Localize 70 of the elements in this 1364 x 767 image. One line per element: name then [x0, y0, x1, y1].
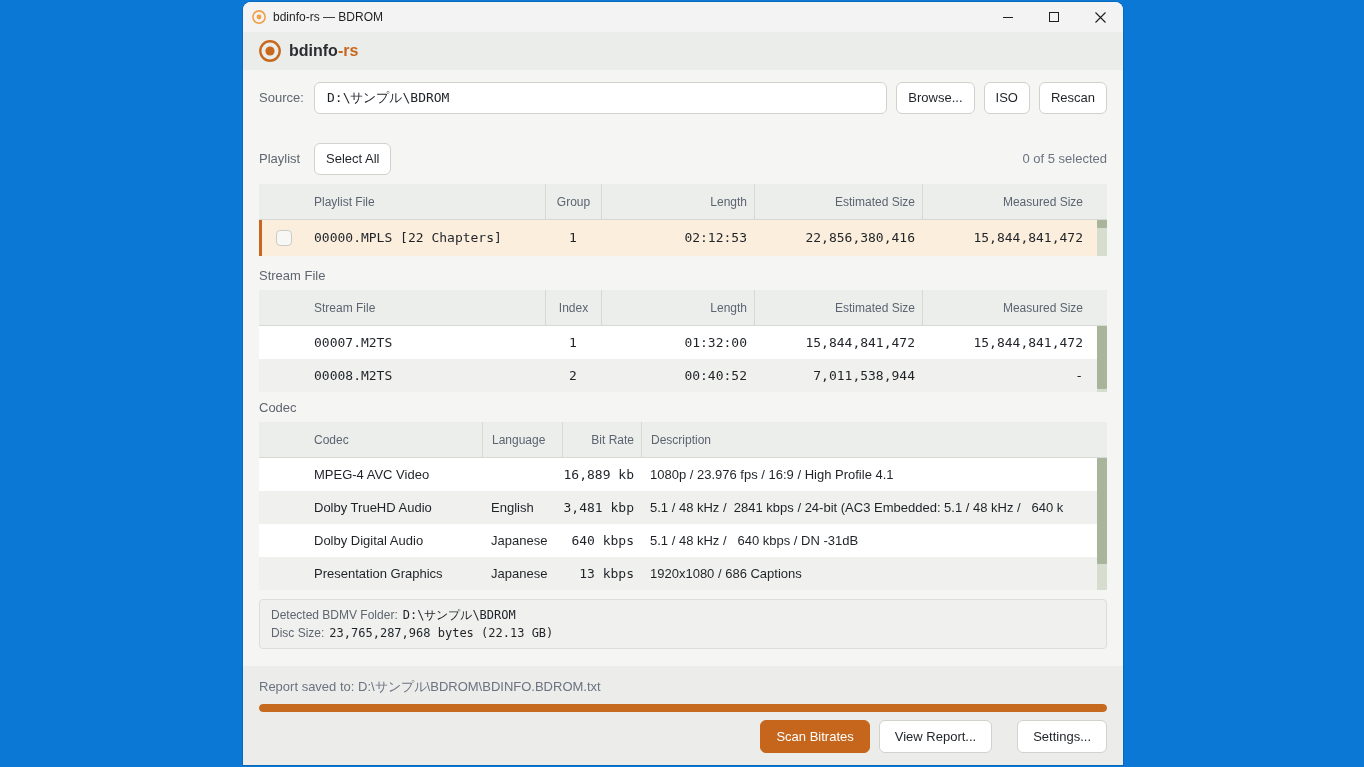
scrollbar-thumb[interactable]: [1097, 220, 1107, 228]
info-value: D:\サンプル\BDROM: [402, 607, 516, 624]
table-cell-text: 00:40:52: [683, 366, 748, 385]
logo-icon: [259, 40, 281, 62]
source-field[interactable]: D:\サンプル\BDROM: [314, 82, 888, 114]
table-cell-text: 1: [568, 333, 578, 352]
table-row[interactable]: Dolby Digital Audio Japanese 640 kbps 5.1 / 48 kHz / 640 kbps / DN -31dB: [259, 524, 1097, 557]
table-row[interactable]: 00007.M2TS 1 01:32:00 15,844,841,472 15,844,841,472: [259, 326, 1097, 359]
table-cell-text: -: [1074, 366, 1084, 385]
iso-button[interactable]: ISO: [983, 82, 1030, 114]
info-value: 23,765,287,968 bytes (22.13 GB): [329, 625, 554, 642]
select-all-button[interactable]: Select All: [314, 143, 392, 175]
table-cell-text: Japanese: [490, 531, 549, 550]
table-cell-text: English: [490, 498, 535, 517]
app-icon: [252, 10, 266, 24]
info-label: Detected BDMV Folder:: [271, 607, 398, 624]
table-cell-text: 3,481 kbp: [562, 498, 635, 517]
minimize-icon[interactable]: [1003, 16, 1013, 18]
table-cell-text: MPEG-4 AVC Video: [313, 465, 431, 484]
section-label: Playlist: [259, 150, 302, 169]
table-cell-text: 16,889 kb: [562, 465, 635, 484]
table-cell-text: 15,844,841,472: [804, 333, 916, 352]
scrollbar[interactable]: [1097, 458, 1107, 590]
table-cell-text: 15,844,841,472: [972, 333, 1084, 352]
maximize-icon[interactable]: [1049, 12, 1059, 22]
table-row[interactable]: 00000.MPLS [22 Chapters] 1 02:12:53 22,856,380,416 15,844,841,472: [259, 220, 1097, 256]
table-cell-text: 01:32:00: [683, 333, 748, 352]
table-cell-text: 5.1 / 48 kHz / 2841 kbps / 24-bit (AC3 Embedded: 5.1 / 48 kHz / 640 k: [649, 498, 1065, 517]
settings-button[interactable]: Settings...: [1017, 720, 1107, 753]
scrollbar-thumb[interactable]: [1097, 458, 1107, 564]
browse-button[interactable]: Browse...: [896, 82, 975, 114]
table-cell-text: 00008.M2TS: [313, 366, 394, 385]
table-row[interactable]: MPEG-4 AVC Video 16,889 kb 1080p / 23.976 fps / 16:9 / High Profile 4.1: [259, 458, 1097, 491]
info-label: Disc Size:: [271, 625, 325, 642]
table-cell-text: 00000.MPLS [22 Chapters]: [313, 229, 503, 248]
table-cell-text: Dolby Digital Audio: [313, 531, 425, 550]
table-cell-text: 2: [568, 366, 578, 385]
table-cell-text: 1920x1080 / 686 Captions: [649, 564, 803, 583]
close-icon[interactable]: [1094, 11, 1106, 23]
table-cell-text: 5.1 / 48 kHz / 640 kbps / DN -31dB: [649, 531, 860, 550]
rescan-button[interactable]: Rescan: [1038, 82, 1107, 114]
table-cell-text: 15,844,841,472: [972, 229, 1084, 248]
row-checkbox[interactable]: [276, 230, 292, 246]
table-cell-text: 13 kbps: [578, 564, 635, 583]
status-text: Report saved to: D:\サンプル\BDROM\BDINFO.BDROM.txt: [259, 678, 602, 696]
column-header: Stream File: [313, 300, 377, 317]
table-cell-text: 02:12:53: [683, 229, 748, 248]
column-header: Codec: [313, 432, 350, 449]
table-row[interactable]: Dolby TrueHD Audio English 3,481 kbp 5.1 / 48 kHz / 2841 kbps / 24-bit (AC3 Embedded: 5.1 / 48 kHz / 640 k: [259, 491, 1097, 524]
table-cell-text: Presentation Graphics: [313, 564, 444, 583]
table-row[interactable]: Presentation Graphics Japanese 13 kbps 1920x1080 / 686 Captions: [259, 557, 1097, 590]
window-title: bdinfo-rs — BDROM: [273, 9, 384, 26]
field-label: Source:: [259, 89, 305, 108]
section-title: Stream File: [259, 267, 327, 285]
scan-bitrates-button[interactable]: Scan Bitrates: [760, 720, 870, 753]
table-cell-text: 7,011,538,944: [812, 366, 916, 385]
scrollbar[interactable]: [1097, 220, 1107, 256]
app-name: bdinfo-rs: [289, 41, 359, 61]
table-cell-text: Japanese: [490, 564, 549, 583]
table-cell-text: 00007.M2TS: [313, 333, 394, 352]
section-title: Codec: [259, 399, 298, 417]
table-row[interactable]: 00008.M2TS 2 00:40:52 7,011,538,944 -: [259, 359, 1097, 392]
selection-count: 0 of 5 selected: [1022, 150, 1107, 169]
table-cell-text: 1: [568, 229, 578, 248]
view-report-button[interactable]: View Report...: [878, 720, 993, 753]
table-cell-text: 22,856,380,416: [804, 229, 916, 248]
table-cell-text: 640 kbps: [570, 531, 635, 550]
column-header: Playlist File: [313, 194, 376, 211]
table-cell-text: 1080p / 23.976 fps / 16:9 / High Profile 4.1: [649, 465, 895, 484]
table-cell-text: Dolby TrueHD Audio: [313, 498, 433, 517]
